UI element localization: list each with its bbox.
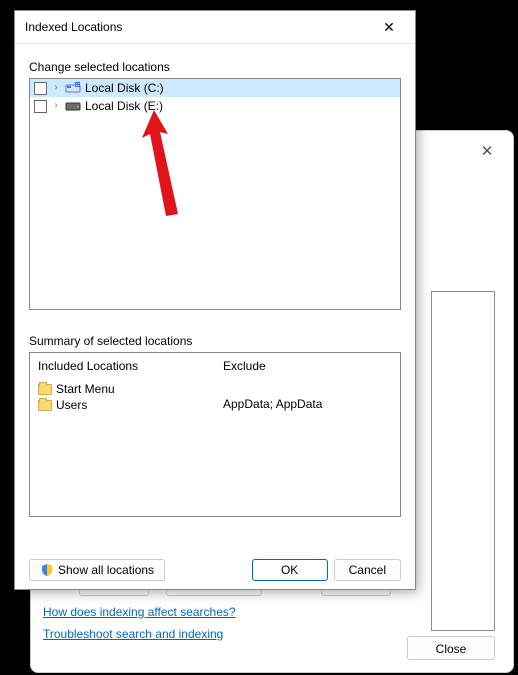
bg-close-x[interactable]: ✕ — [471, 137, 503, 165]
change-locations-label: Change selected locations — [29, 60, 401, 74]
bg-panel — [431, 291, 495, 631]
checkbox-local-disk-c[interactable] — [34, 82, 47, 95]
exclude-column: Exclude AppData; AppData — [215, 353, 400, 516]
button-row: Show all locations OK Cancel — [29, 559, 401, 581]
shield-icon — [40, 563, 54, 577]
cancel-button[interactable]: Cancel — [334, 559, 401, 581]
show-all-locations-button[interactable]: Show all locations — [29, 559, 165, 581]
included-label: Users — [56, 398, 87, 412]
included-item-start-menu[interactable]: Start Menu — [38, 381, 207, 397]
included-column: Included Locations Start Menu Users — [30, 353, 215, 516]
show-all-label: Show all locations — [58, 560, 154, 580]
titlebar: Indexed Locations ✕ — [15, 11, 415, 44]
included-header: Included Locations — [38, 359, 207, 373]
close-x-button[interactable]: ✕ — [369, 13, 409, 41]
folder-icon — [38, 400, 52, 411]
tree-label: Local Disk (C:) — [85, 81, 164, 95]
indexed-locations-dialog: Indexed Locations ✕ Change selected loca… — [14, 10, 416, 590]
dialog-body: Change selected locations › Local Disk (… — [15, 44, 415, 591]
summary-box: Included Locations Start Menu Users Excl… — [29, 352, 401, 517]
tree-label: Local Disk (E:) — [85, 99, 163, 113]
checkbox-local-disk-e[interactable] — [34, 100, 47, 113]
exclude-header: Exclude — [223, 359, 392, 373]
summary-label: Summary of selected locations — [29, 334, 401, 348]
tree-row-local-disk-c[interactable]: › Local Disk (C:) — [30, 79, 400, 97]
hdd-drive-icon — [65, 100, 81, 112]
included-label: Start Menu — [56, 382, 115, 396]
expander-icon[interactable]: › — [51, 83, 61, 93]
bg-link-indexing-searches[interactable]: How does indexing affect searches? — [43, 605, 236, 619]
folder-icon — [38, 384, 52, 395]
locations-tree[interactable]: › Local Disk (C:) › Local Disk (E:) — [29, 78, 401, 310]
exclude-text: AppData; AppData — [223, 397, 392, 411]
bg-close-button[interactable]: Close — [407, 636, 495, 660]
ok-button[interactable]: OK — [252, 559, 328, 581]
included-item-users[interactable]: Users — [38, 397, 207, 413]
system-drive-icon — [65, 82, 81, 94]
expander-icon[interactable]: › — [51, 101, 61, 111]
bg-link-troubleshoot[interactable]: Troubleshoot search and indexing — [43, 627, 223, 641]
tree-row-local-disk-e[interactable]: › Local Disk (E:) — [30, 97, 400, 115]
dialog-title: Indexed Locations — [25, 20, 122, 34]
